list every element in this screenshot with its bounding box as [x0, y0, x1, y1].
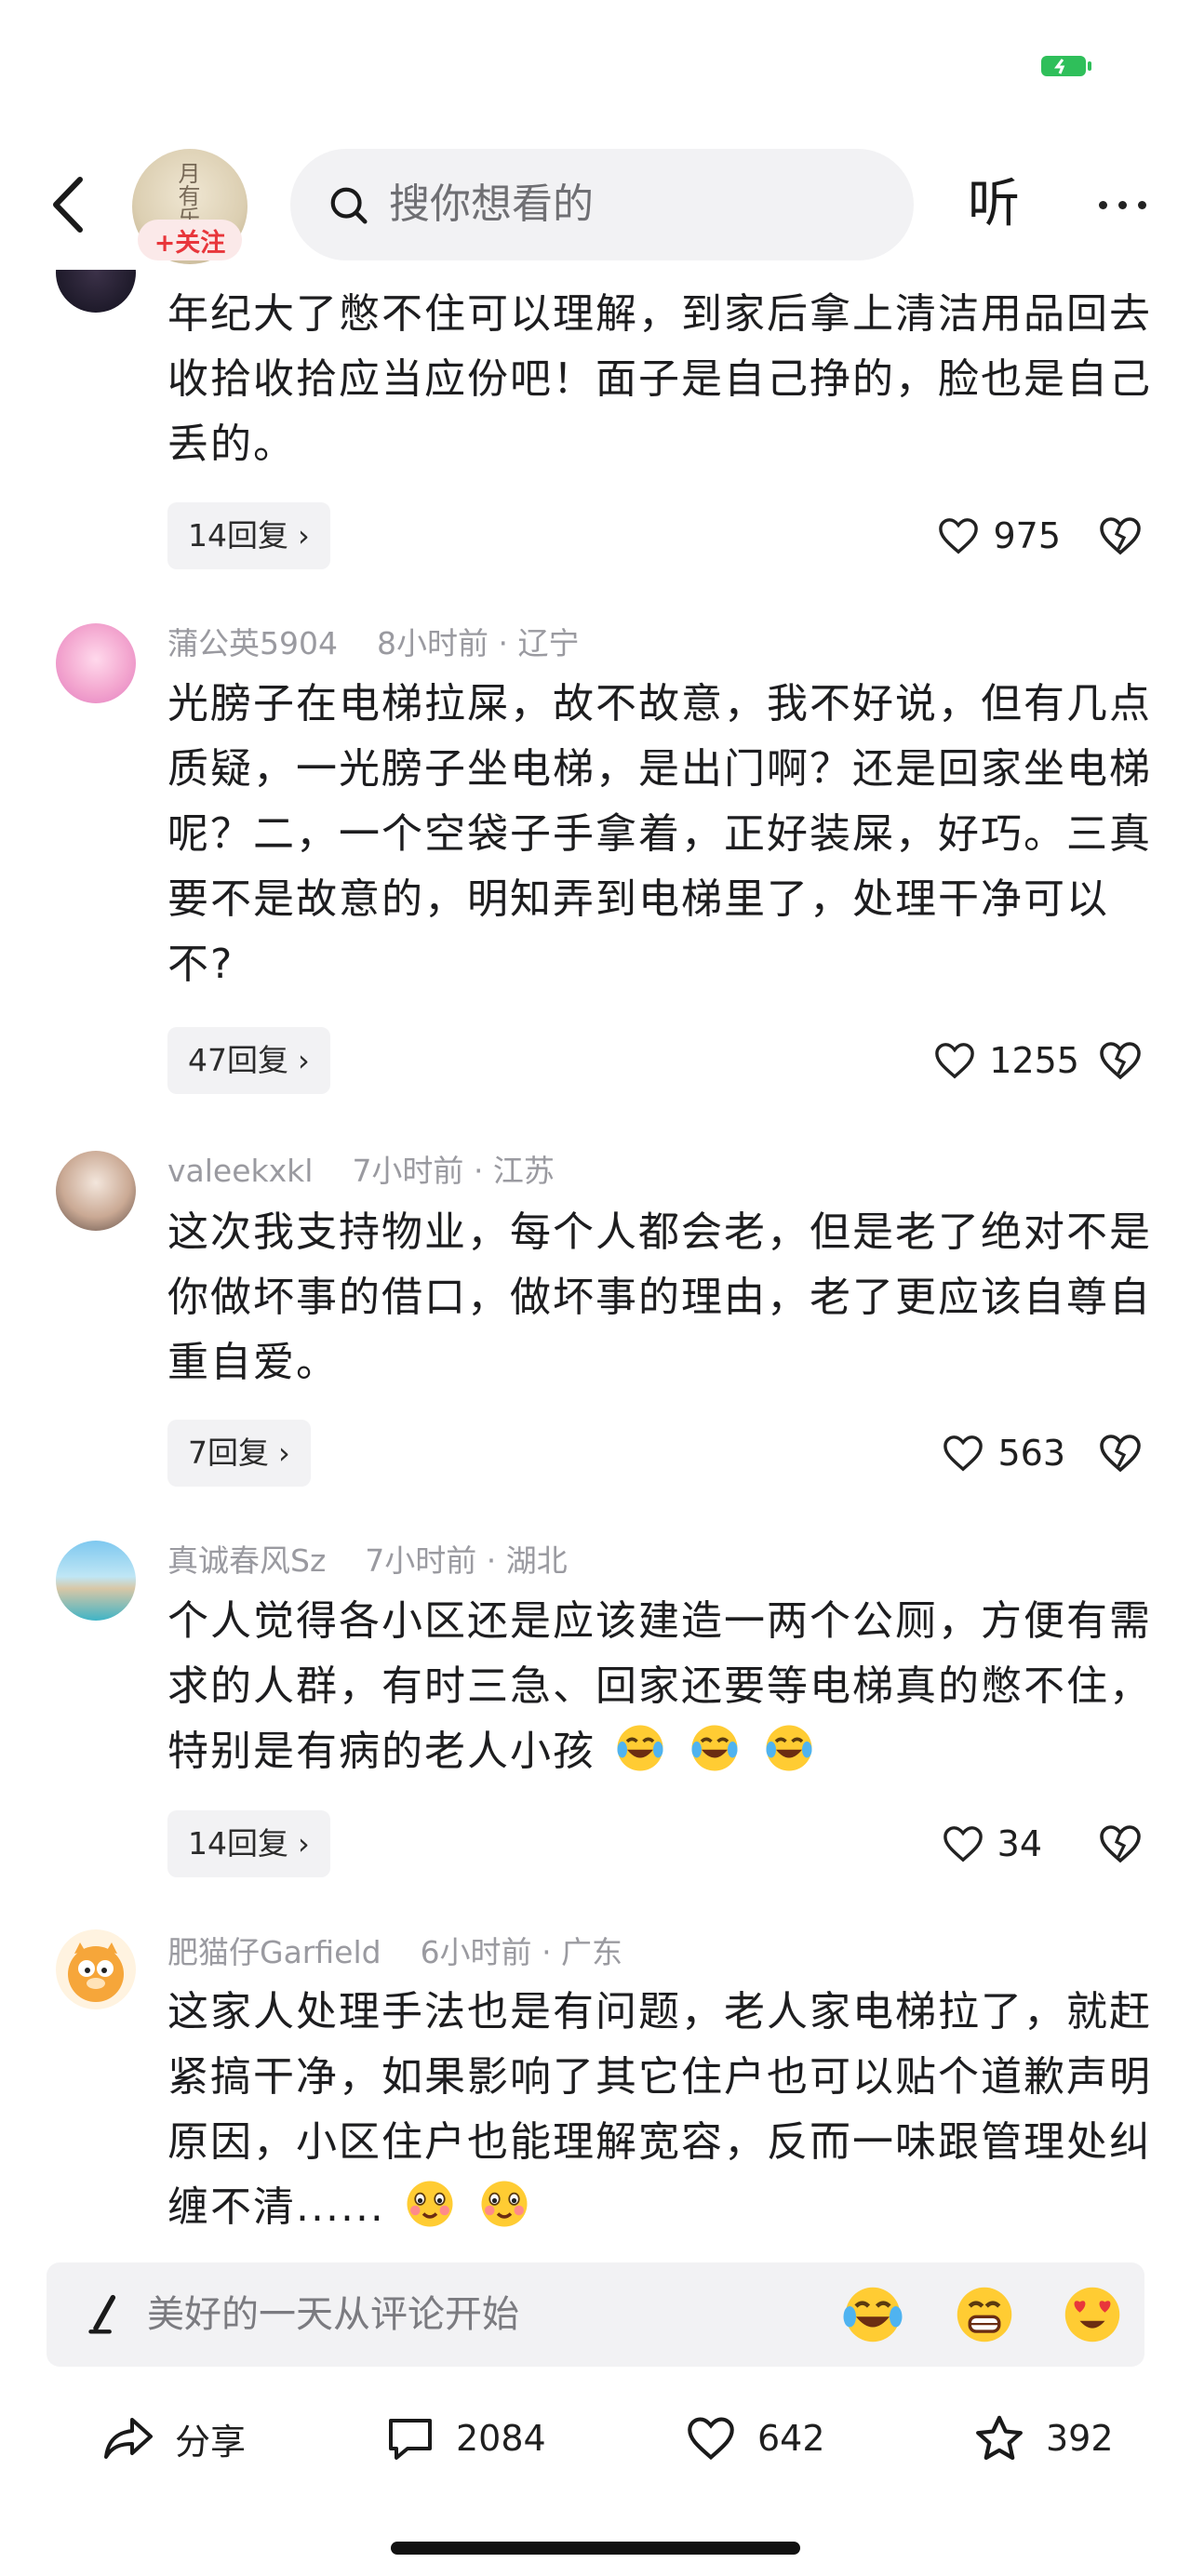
woozy-emoji [481, 2181, 528, 2227]
share-label: 分享 [175, 2421, 247, 2463]
reply-count: 7回复 [188, 1435, 269, 1471]
heart-icon [939, 518, 979, 554]
like-post-count: 642 [757, 2418, 825, 2459]
avatar[interactable] [56, 1929, 136, 2009]
pen-icon [88, 2294, 116, 2334]
comment-meta: 肥猫仔Garfield 6小时前 · 广东 [167, 1934, 623, 1970]
top-bar: 月有乐 +关注 搜你想看的 听 [0, 140, 1191, 270]
reply-button[interactable]: 7回复 › [167, 1420, 311, 1487]
like-count: 1255 [989, 1040, 1079, 1081]
garfield-avatar-icon [68, 1942, 124, 2002]
chevron-right-icon: › [278, 1435, 290, 1471]
search-input[interactable]: 搜你想看的 [290, 149, 914, 260]
listen-button[interactable]: 听 [968, 167, 1020, 242]
comment-time: 6小时前 [420, 1934, 532, 1970]
grin-emoji[interactable] [951, 2281, 1018, 2348]
username[interactable]: valeekxkl [167, 1153, 313, 1189]
avatar[interactable] [56, 1541, 136, 1621]
comment-text-body: 这家人处理手法也是有问题，老人家电梯拉了，就赶紧搞干净，如果影响了其它住户也可以… [167, 1988, 1152, 2231]
comment-meta: valeekxkl 7小时前 · 江苏 [167, 1153, 555, 1189]
dislike-icon[interactable] [1096, 502, 1144, 569]
action-bar: 分享 2084 642 392 [0, 2382, 1191, 2493]
more-icon[interactable] [1085, 167, 1159, 242]
favorite-button[interactable]: 392 [973, 2406, 1114, 2471]
laugh-cry-emoji [766, 1725, 812, 1771]
reply-count: 14回复 [188, 1825, 288, 1862]
status-bar [0, 0, 1191, 140]
like-button[interactable]: 975 [937, 502, 1061, 569]
like-button[interactable]: 563 [942, 1420, 1065, 1487]
reply-count: 47回复 [188, 1042, 288, 1078]
chevron-right-icon: › [298, 1826, 310, 1862]
comment-text: 年纪大了憋不住可以理解，到家后拿上清洁用品回去收拾收拾应当应份吧！面子是自己挣的… [167, 290, 1152, 468]
comment-input[interactable]: 美好的一天从评论开始 [47, 2262, 1144, 2367]
woozy-emoji [407, 2181, 453, 2227]
comment-button[interactable]: 2084 [385, 2406, 546, 2471]
heart-icon [688, 2417, 734, 2461]
laugh-cry-emoji [691, 1725, 738, 1771]
username[interactable]: 肥猫仔Garfield [167, 1934, 381, 1970]
dislike-icon[interactable] [1096, 1027, 1144, 1094]
comment-text: 这家人处理手法也是有问题，老人家电梯拉了，就赶紧搞干净，如果影响了其它住户也可以… [167, 1980, 1154, 2240]
username[interactable]: 真诚春风Sz [167, 1542, 326, 1579]
comment-text: 个人觉得各小区还是应该建造一两个公厕，方便有需求的人群，有时三急、回家还要等电梯… [167, 1589, 1154, 1784]
comment-placeholder: 美好的一天从评论开始 [147, 2293, 519, 2336]
comment-count: 2084 [456, 2418, 546, 2459]
laugh-cry-emoji [617, 1725, 663, 1771]
comment-text: 这次我支持物业，每个人都会老，但是老了绝对不是你做坏事的借口，做坏事的理由，老了… [167, 1208, 1152, 1386]
home-indicator[interactable] [391, 2542, 800, 2555]
comment-meta: 蒲公英5904 8小时前 · 辽宁 [167, 625, 580, 661]
like-button[interactable]: 34 [942, 1810, 1042, 1877]
comment-time: 8小时前 [376, 625, 488, 661]
reply-count: 14回复 [188, 517, 288, 554]
battery-icon [1041, 56, 1091, 76]
star-icon [976, 2415, 1023, 2461]
dislike-icon[interactable] [1096, 1810, 1144, 1877]
username[interactable]: 蒲公英5904 [167, 625, 338, 661]
avatar[interactable] [56, 1151, 136, 1231]
share-icon [104, 2418, 153, 2459]
reply-button[interactable]: 47回复 › [167, 1027, 330, 1094]
comment-text: 光膀子在电梯拉屎，故不故意，我不好说，但有几点质疑，一光膀子坐电梯，是出门啊？还… [167, 680, 1152, 988]
reply-button[interactable]: 14回复 › [167, 1810, 330, 1877]
chevron-right-icon: › [298, 518, 310, 554]
comment-location: 广东 [561, 1934, 623, 1970]
heart-icon [935, 1043, 975, 1079]
comment-location: 辽宁 [517, 625, 580, 661]
comment-location: 江苏 [492, 1153, 555, 1189]
comment-time: 7小时前 [365, 1542, 477, 1579]
back-button[interactable] [41, 173, 93, 236]
comment-time: 7小时前 [352, 1153, 464, 1189]
search-placeholder: 搜你想看的 [389, 180, 594, 228]
like-count: 34 [997, 1823, 1042, 1864]
like-count: 563 [997, 1433, 1065, 1474]
comment-meta: 真诚春风Sz 7小时前 · 湖北 [167, 1542, 568, 1579]
like-post-button[interactable]: 642 [685, 2406, 825, 2471]
laugh-cry-emoji[interactable] [839, 2281, 906, 2348]
search-icon [330, 187, 368, 224]
favorite-count: 392 [1046, 2418, 1114, 2459]
follow-button[interactable]: +关注 [138, 220, 242, 260]
heart-eyes-emoji[interactable] [1059, 2281, 1126, 2348]
comment-icon [389, 2419, 432, 2460]
avatar[interactable] [56, 623, 136, 703]
heart-icon [943, 1435, 984, 1472]
chevron-right-icon: › [298, 1043, 310, 1078]
like-button[interactable]: 1255 [933, 1027, 1079, 1094]
share-button[interactable]: 分享 [102, 2406, 246, 2471]
comment-location: 湖北 [505, 1542, 568, 1579]
reply-button[interactable]: 14回复 › [167, 502, 330, 569]
like-count: 975 [993, 515, 1061, 556]
heart-icon [943, 1826, 983, 1862]
back-icon [53, 177, 83, 233]
dislike-icon[interactable] [1096, 1420, 1144, 1487]
